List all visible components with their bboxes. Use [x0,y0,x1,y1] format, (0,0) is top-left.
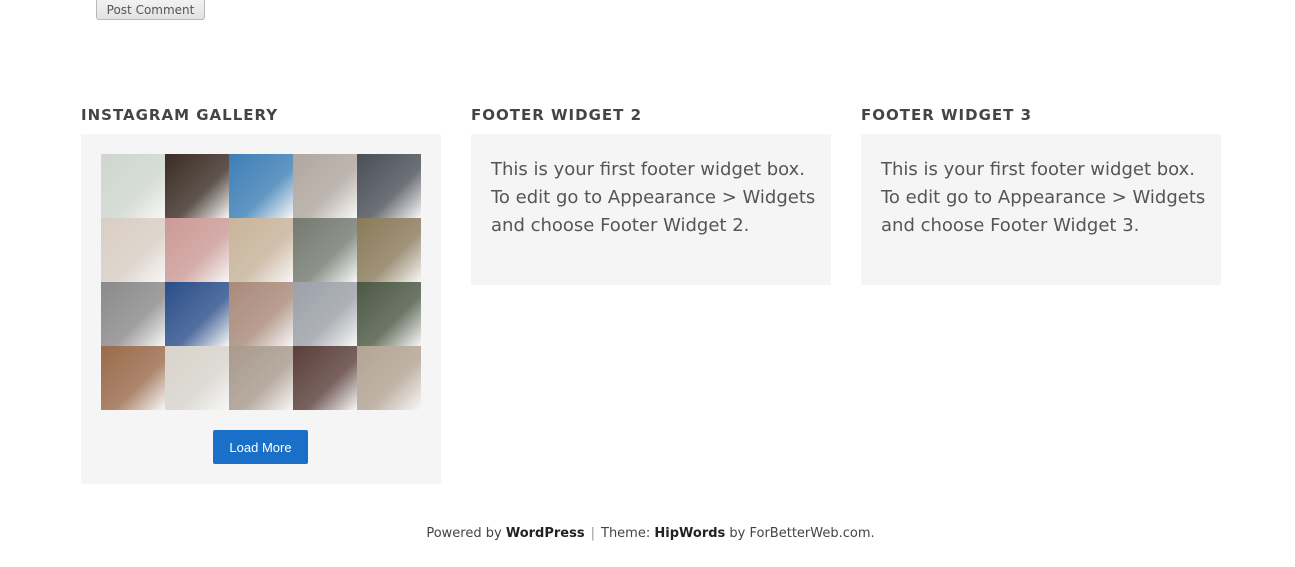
load-more-button[interactable]: Load More [213,430,308,464]
instagram-tile-desert-photo[interactable] [357,218,421,282]
wordpress-link[interactable]: WordPress [506,526,585,541]
instagram-tile-portrait-photo[interactable] [293,154,357,218]
theme-name-link[interactable]: HipWords [654,526,725,541]
instagram-tile-sleeping-photo[interactable] [101,218,165,282]
instagram-tile-coffee-photo[interactable] [165,154,229,218]
instagram-tile-breakfast-photo[interactable] [229,218,293,282]
instagram-tile-strawberry-photo[interactable] [165,346,229,410]
by-author-text: by ForBetterWeb.com. [729,526,875,541]
instagram-gallery-title: INSTAGRAM GALLERY [81,106,279,124]
site-footer: Powered by WordPress | Theme: HipWords by … [0,526,1295,541]
instagram-tile-panda-photo[interactable] [101,154,165,218]
footer-widget-2: This is your first footer widget box. To… [471,134,831,285]
instagram-tile-outfit-photo[interactable] [293,218,357,282]
instagram-tile-flowers-photo[interactable] [357,282,421,346]
instagram-tile-blue-wall-photo[interactable] [165,282,229,346]
footer-separator: | [590,526,595,541]
instagram-tile-fashion-photo[interactable] [357,154,421,218]
instagram-tile-girl-photo[interactable] [229,282,293,346]
theme-label: Theme: [601,526,651,541]
instagram-tile-tea-photo[interactable] [229,346,293,410]
footer-widget-3: This is your first footer widget box. To… [861,134,1221,285]
instagram-tile-coast-photo[interactable] [229,154,293,218]
instagram-tile-drink-photo[interactable] [293,346,357,410]
instagram-tile-face-photo[interactable] [101,346,165,410]
post-comment-button[interactable]: Post Comment [96,0,205,20]
footer-widget-3-text: This is your first footer widget box. To… [881,159,1206,236]
footer-widget-2-text: This is your first footer widget box. To… [491,159,816,236]
instagram-gallery-widget: Load More [81,134,441,484]
instagram-tile-baby-photo[interactable] [357,346,421,410]
footer-widget-3-title: FOOTER WIDGET 3 [861,106,1033,124]
footer-widget-2-title: FOOTER WIDGET 2 [471,106,643,124]
instagram-gallery-grid [101,154,421,410]
powered-by-label: Powered by [426,526,502,541]
instagram-tile-smoothie-photo[interactable] [165,218,229,282]
instagram-tile-bedroom-photo[interactable] [101,282,165,346]
instagram-tile-heart-photo[interactable] [293,282,357,346]
